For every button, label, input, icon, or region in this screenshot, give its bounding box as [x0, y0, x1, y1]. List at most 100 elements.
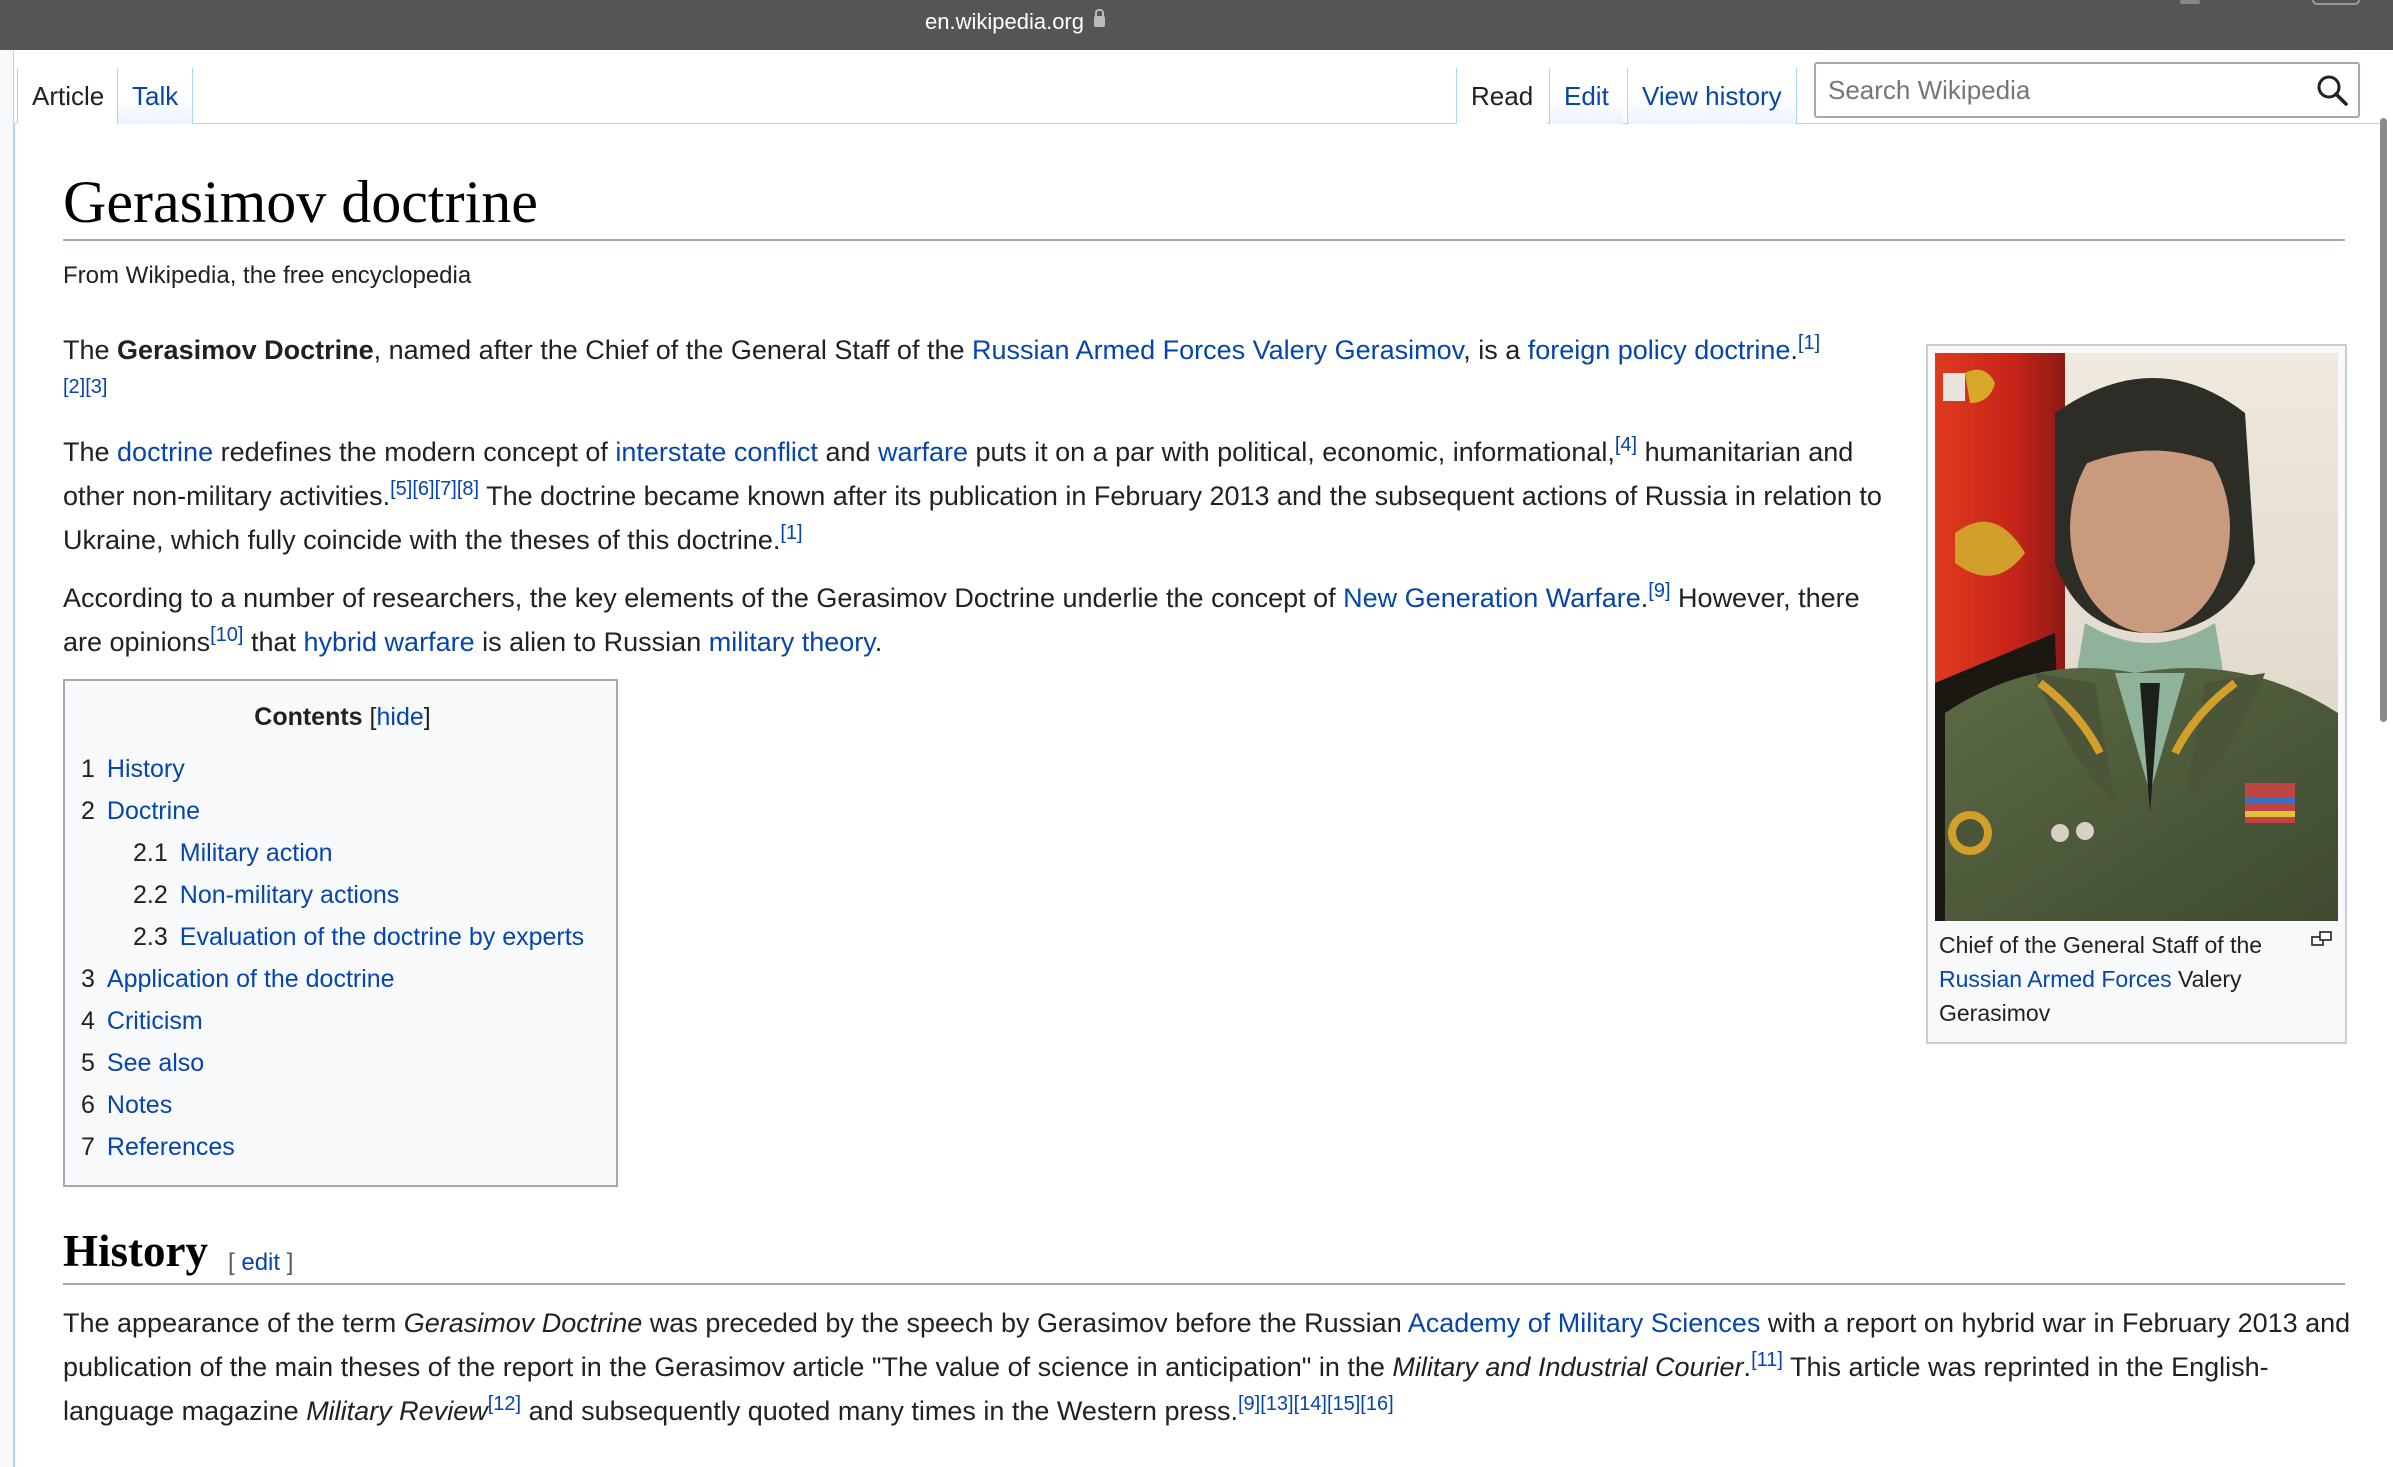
lead-paragraph-1: The Gerasimov Doctrine, named after the …: [63, 328, 1833, 416]
wiki-link[interactable]: warfare: [878, 437, 968, 467]
toolbar-icon[interactable]: [2180, 0, 2200, 4]
toc-link[interactable]: Criticism: [107, 1007, 203, 1035]
toc-link[interactable]: See also: [107, 1049, 204, 1077]
url-text[interactable]: en.wikipedia.org: [925, 9, 1084, 34]
wiki-link[interactable]: Academy of Military Sciences: [1408, 1308, 1761, 1338]
toc-number: 6: [81, 1091, 95, 1119]
wiki-link[interactable]: hybrid warfare: [304, 627, 475, 657]
toc-item[interactable]: 1 History: [81, 755, 185, 784]
tab-edit[interactable]: Edit: [1549, 68, 1623, 124]
title-divider: [63, 239, 2345, 241]
tab-article[interactable]: Article: [17, 68, 119, 124]
scrollbar-thumb[interactable]: [2380, 118, 2387, 722]
toc-link[interactable]: References: [107, 1133, 235, 1161]
text-run: , named after the Chief of the General S…: [373, 335, 972, 365]
infobox: Chief of the General Staff of the Russia…: [1926, 344, 2347, 1044]
tab-talk[interactable]: Talk: [117, 68, 194, 124]
edit-link[interactable]: edit: [241, 1249, 280, 1276]
edit-bracket-open: [: [228, 1249, 242, 1276]
toc-item[interactable]: 2.3 Evaluation of the doctrine by experts: [133, 923, 584, 952]
wiki-link[interactable]: foreign policy doctrine: [1528, 335, 1791, 365]
lock-icon: [1093, 8, 1105, 27]
search-icon[interactable]: [2314, 72, 2350, 108]
italic-text: Gerasimov Doctrine: [403, 1308, 643, 1338]
toc-item[interactable]: 2 Doctrine: [81, 797, 200, 826]
toc-item[interactable]: 5 See also: [81, 1049, 204, 1078]
toc-link[interactable]: Notes: [107, 1091, 172, 1119]
toc-item[interactable]: 4 Criticism: [81, 1007, 203, 1036]
toc-hide-toggle[interactable]: hide: [377, 703, 424, 731]
wiki-link[interactable]: Russian Armed Forces: [1939, 966, 2172, 992]
wiki-link[interactable]: Russian Armed Forces: [972, 335, 1245, 365]
reference-link[interactable]: [9]: [1648, 580, 1670, 602]
text-run: [1245, 335, 1253, 365]
tab-read[interactable]: Read: [1456, 68, 1548, 124]
address-field[interactable]: en.wikipedia.org: [0, 8, 2030, 35]
portrait-photo[interactable]: [1935, 353, 2338, 921]
wiki-link[interactable]: Valery Gerasimov: [1253, 335, 1464, 365]
text-run: Chief of the General Staff of the: [1939, 932, 2263, 958]
search-input[interactable]: [1828, 72, 2288, 108]
toc-link[interactable]: History: [107, 755, 185, 783]
text-run: According to a number of researchers, th…: [63, 583, 1344, 613]
toc-item[interactable]: 2.1 Military action: [133, 839, 333, 868]
toc-item[interactable]: 3 Application of the doctrine: [81, 965, 395, 994]
history-paragraph: The appearance of the term Gerasimov Doc…: [63, 1301, 2353, 1433]
reference-link[interactable]: [5][6][7][8]: [390, 478, 479, 500]
section-heading-history: History: [63, 1226, 208, 1276]
tab-view-history[interactable]: View history: [1627, 68, 1797, 124]
toc-link[interactable]: Application of the doctrine: [107, 965, 395, 993]
wiki-link[interactable]: New Generation Warfare: [1343, 583, 1641, 613]
toc-number: 2.3: [133, 923, 168, 951]
toc-number: 2.2: [133, 881, 168, 909]
reference-link[interactable]: [9][13][14][15][16]: [1238, 1393, 1394, 1415]
section-divider: [63, 1283, 2345, 1285]
reference-link[interactable]: [11]: [1751, 1349, 1783, 1371]
tab-article-label: Article: [32, 81, 105, 111]
text-run: redefines the modern concept of: [213, 437, 616, 467]
toc-link[interactable]: Non-military actions: [180, 881, 400, 909]
page-title: Gerasimov doctrine: [63, 169, 538, 235]
toc-number: 3: [81, 965, 95, 993]
toc-item[interactable]: 7 References: [81, 1133, 235, 1162]
edit-bracket-close: ]: [280, 1249, 294, 1276]
left-sidebar-edge: [0, 50, 14, 1467]
toc-number: 2.1: [133, 839, 168, 867]
reference-link[interactable]: [12]: [488, 1393, 521, 1415]
text-run: and: [817, 437, 878, 467]
lead-paragraph-2: The doctrine redefines the modern concep…: [63, 430, 1903, 562]
text-run: and subsequently quoted many times in th…: [521, 1396, 1238, 1426]
toc-number: 2: [81, 797, 95, 825]
toc-heading: Contents [hide]: [65, 703, 620, 732]
toc-number: 7: [81, 1133, 95, 1161]
wiki-link[interactable]: military theory: [709, 627, 875, 657]
toc-link[interactable]: Military action: [180, 839, 333, 867]
reference-link[interactable]: [4]: [1615, 434, 1637, 456]
text-run: .: [874, 627, 883, 657]
tab-view-history-label: View history: [1642, 81, 1782, 111]
text-run: .: [1790, 335, 1798, 365]
toc-item[interactable]: 6 Notes: [81, 1091, 172, 1120]
text-run: The: [63, 335, 118, 365]
text-run: that: [243, 627, 304, 657]
italic-text: Military and Industrial Courier: [1392, 1352, 1744, 1382]
tab-read-label: Read: [1471, 81, 1534, 111]
toc-title: Contents: [254, 703, 363, 731]
tab-talk-label: Talk: [132, 81, 179, 111]
tagline: From Wikipedia, the free encyclopedia: [63, 262, 472, 289]
wiki-link[interactable]: doctrine: [117, 437, 213, 467]
reference-link[interactable]: [10]: [210, 624, 243, 646]
bold-text: Gerasimov Doctrine: [117, 335, 374, 365]
tabs-overview-icon[interactable]: [2312, 0, 2360, 5]
wiki-link[interactable]: interstate conflict: [615, 437, 818, 467]
section-edit-link: [ edit ]: [228, 1249, 293, 1277]
reference-link[interactable]: [1]: [780, 522, 802, 544]
toc-link[interactable]: Evaluation of the doctrine by experts: [180, 923, 584, 951]
tab-edit-label: Edit: [1564, 81, 1609, 111]
toc-item[interactable]: 2.2 Non-military actions: [133, 881, 399, 910]
toc-number: 4: [81, 1007, 95, 1035]
text-run: puts it on a par with political, economi…: [968, 437, 1615, 467]
toc-link[interactable]: Doctrine: [107, 797, 200, 825]
text-run: is alien to Russian: [474, 627, 709, 657]
text-run: The: [63, 437, 118, 467]
